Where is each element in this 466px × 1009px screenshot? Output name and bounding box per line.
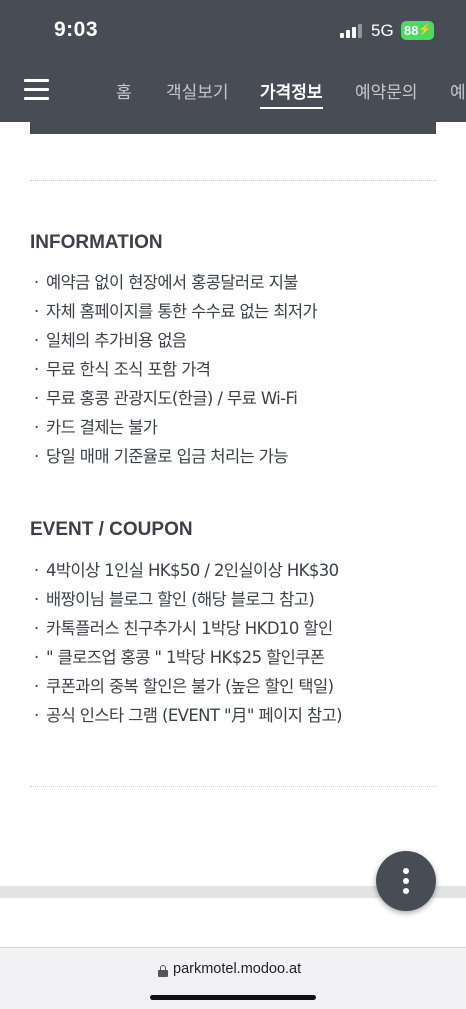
information-list: · 예약금 없이 현장에서 홍콩달러로 지불 · 자체 홈페이지를 통한 수수료 없… bbox=[34, 268, 318, 471]
charging-bolt-icon: ⚡ bbox=[418, 24, 432, 36]
status-time: 9:03 bbox=[54, 18, 99, 41]
list-item: · 배짱이님 블로그 할인 (해당 블로그 참고) bbox=[34, 590, 315, 609]
tab-price-info[interactable]: 가격정보 bbox=[260, 78, 323, 109]
tab-reservation-inquiry[interactable]: 예약문의 bbox=[355, 78, 418, 103]
hamburger-menu-icon[interactable] bbox=[24, 79, 49, 101]
list-item: · 카드 결제는 불가 bbox=[34, 418, 158, 437]
browser-address-bar[interactable]: parkmotel.modoo.at bbox=[0, 947, 466, 1009]
divider bbox=[30, 180, 436, 181]
more-options-button[interactable] bbox=[376, 851, 436, 911]
list-item: · 4박이상 1인실 HK$50 / 2인실이상 HK$30 bbox=[34, 561, 339, 580]
list-item: · 쿠폰과의 중복 할인은 불가 (높은 할인 택일) bbox=[34, 677, 334, 696]
status-bar: 9:03 5G 88 ⚡ bbox=[0, 0, 466, 62]
event-coupon-title: EVENT / COUPON bbox=[30, 519, 193, 540]
battery-indicator: 88 ⚡ bbox=[401, 21, 434, 40]
list-item: · " 클로즈업 홍콩 " 1박당 HK$25 할인쿠폰 bbox=[34, 648, 325, 667]
divider bbox=[30, 786, 436, 787]
list-item: · 당일 매매 기준율로 입금 처리는 가능 bbox=[34, 447, 289, 466]
home-indicator bbox=[150, 995, 316, 1000]
list-item: · 예약금 없이 현장에서 홍콩달러로 지불 bbox=[34, 273, 298, 292]
list-item: · 무료 홍콩 관광지도(한글) / 무료 Wi-Fi bbox=[34, 389, 298, 408]
list-item: · 카톡플러스 친구추가시 1박당 HKD10 할인 bbox=[34, 619, 333, 638]
cellular-signal-icon bbox=[340, 23, 362, 38]
lock-icon bbox=[158, 965, 168, 977]
list-item: · 일체의 추가비용 없음 bbox=[34, 331, 187, 350]
information-title: INFORMATION bbox=[30, 232, 163, 253]
image-bottom-edge bbox=[30, 122, 436, 134]
event-coupon-list: · 4박이상 1인실 HK$50 / 2인실이상 HK$30 · 배짱이님 블로그 … bbox=[34, 556, 343, 730]
url-text[interactable]: parkmotel.modoo.at bbox=[173, 961, 301, 977]
site-nav-bar: 홈 객실보기 가격정보 예약문의 예 bbox=[0, 62, 466, 122]
tab-next[interactable]: 예 bbox=[450, 78, 466, 103]
list-item: · 무료 한식 조식 포함 가격 bbox=[34, 360, 211, 379]
tab-rooms[interactable]: 객실보기 bbox=[166, 78, 229, 103]
battery-level: 88 bbox=[404, 23, 419, 38]
list-item: · 공식 인스타 그램 (EVENT "月" 페이지 참고) bbox=[34, 706, 343, 725]
network-type: 5G bbox=[371, 21, 394, 40]
list-item: · 자체 홈페이지를 통한 수수료 없는 최저가 bbox=[34, 302, 318, 321]
tab-home[interactable]: 홈 bbox=[116, 78, 132, 103]
